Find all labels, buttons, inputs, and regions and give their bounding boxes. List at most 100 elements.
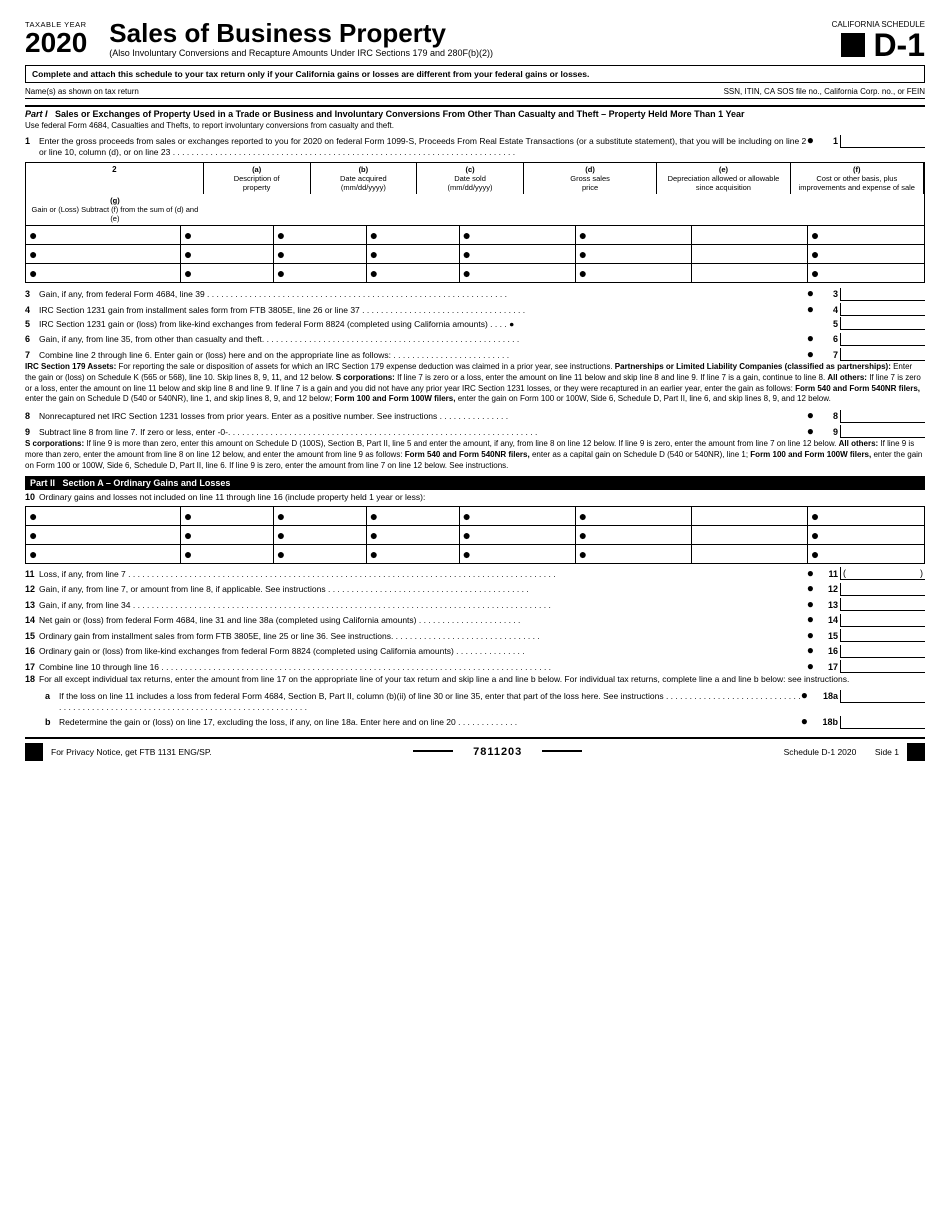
line9-answer[interactable] (840, 425, 925, 438)
line16-row: 16 Ordinary gain or (loss) from like-kin… (25, 643, 925, 658)
p2r3-col6 (692, 545, 808, 563)
line15-answer[interactable] (840, 629, 925, 642)
p2r3-col5: ● (576, 545, 692, 563)
row2-col5: ● (576, 245, 692, 263)
line13-text: Gain, if any, from line 34 . . . . . . .… (39, 600, 807, 611)
line17-row: 17 Combine line 10 through line 16 . . .… (25, 659, 925, 674)
row1-col5: ● (576, 226, 692, 244)
part1-instruction: Use federal Form 4684, Casualties and Th… (25, 121, 925, 130)
p2r2-col1: ● (181, 526, 274, 544)
footer-line-right (542, 750, 582, 754)
line12-text: Gain, if any, from line 7, or amount fro… (39, 584, 807, 595)
irc179-para: IRC Section 179 Assets: For reporting th… (25, 362, 925, 405)
line12-number: 12 (25, 584, 39, 594)
p2r1-col5: ● (576, 507, 692, 525)
line6-answer[interactable] (840, 333, 925, 346)
p2r1-col1: ● (181, 507, 274, 525)
line6-box-label: 6 (816, 334, 838, 344)
line14-number: 14 (25, 615, 39, 625)
main-title: Sales of Business Property (109, 20, 493, 46)
line13-answer[interactable] (840, 598, 925, 611)
line16-circle: ● (807, 643, 814, 657)
line6-row: 6 Gain, if any, from line 35, from other… (25, 331, 925, 346)
table-col-headers: 2 (a)Description ofproperty (b)Date acqu… (25, 162, 925, 226)
line13-box-label: 13 (816, 600, 838, 610)
line4-number: 4 (25, 305, 39, 315)
line14-text: Net gain or (loss) from federal Form 468… (39, 615, 807, 626)
line7-circle: ● (807, 347, 814, 361)
line14-answer[interactable] (840, 614, 925, 627)
line7-text: Combine line 2 through line 6. Enter gai… (39, 350, 807, 361)
line6-box: 6 (816, 333, 925, 346)
line16-answer[interactable] (840, 645, 925, 658)
part2-table-row: ● ● ● ● ● ● ● (26, 507, 924, 526)
p2r2-col3: ● (367, 526, 460, 544)
line10-text: Ordinary gains and losses not included o… (39, 492, 925, 503)
line8-text: Nonrecaptured net IRC Section 1231 losse… (39, 411, 807, 422)
line17-number: 17 (25, 662, 39, 672)
row1-col2: ● (274, 226, 367, 244)
line9-number: 9 (25, 427, 39, 437)
line7-number: 7 (25, 350, 39, 360)
line3-box-label: 3 (816, 289, 838, 299)
line16-text: Ordinary gain or (loss) from like-kind e… (39, 646, 807, 657)
line13-circle: ● (807, 597, 814, 611)
line18b-circle: ● (801, 714, 808, 728)
line16-number: 16 (25, 646, 39, 656)
year: 2020 (25, 29, 87, 57)
col-c: (c)Date sold(mm/dd/yyyy) (417, 163, 524, 194)
line3-answer[interactable] (840, 288, 925, 301)
footer-left-block: For Privacy Notice, get FTB 1131 ENG/SP. (25, 743, 212, 761)
lines11-17: 11 Loss, if any, from line 7 . . . . . .… (25, 566, 925, 729)
line18a-letter: a (45, 691, 59, 701)
line8-answer[interactable] (840, 410, 925, 423)
line10-number: 10 (25, 492, 39, 502)
col-f: (f)Cost or other basis, plus improvement… (791, 163, 924, 194)
line7-answer[interactable] (840, 348, 925, 361)
line4-box-label: 4 (816, 305, 838, 315)
part2-table-row: ● ● ● ● ● ● ● (26, 526, 924, 545)
line18a-row: a If the loss on line 11 includes a loss… (25, 688, 925, 713)
line3-text: Gain, if any, from federal Form 4684, li… (39, 289, 807, 300)
p2r1-col3: ● (367, 507, 460, 525)
line17-answer[interactable] (840, 660, 925, 673)
col-e: (e)Depreciation allowed or allowable sin… (657, 163, 790, 194)
row1-col3: ● (367, 226, 460, 244)
taxable-year-block: TAXABLE YEAR 2020 (25, 20, 87, 57)
line8-row: 8 Nonrecaptured net IRC Section 1231 los… (25, 408, 925, 423)
p2r3-col3: ● (367, 545, 460, 563)
footer-code: 7811203 (473, 746, 522, 758)
line12-answer[interactable] (840, 583, 925, 596)
p2r3-col4: ● (460, 545, 576, 563)
line5-box-label: 5 (816, 319, 838, 329)
line13-number: 13 (25, 600, 39, 610)
warning-text: Complete and attach this schedule to you… (32, 69, 589, 79)
line4-row: 4 IRC Section 1231 gain from installment… (25, 302, 925, 317)
line5-box: 5 (816, 317, 925, 330)
line6-circle: ● (807, 331, 814, 345)
line15-text: Ordinary gain from installment sales fro… (39, 631, 807, 642)
line11-answer[interactable]: ( ) (840, 567, 925, 580)
line11-box-label: 11 (816, 569, 838, 579)
line18b-answer[interactable] (840, 716, 925, 729)
p2r2-col5: ● (576, 526, 692, 544)
part2-label: Part II (30, 478, 55, 488)
row1-col1: ● (181, 226, 274, 244)
line8-box: 8 (816, 410, 925, 423)
col-2-label: 2 (26, 163, 204, 194)
line4-box: 4 (816, 303, 925, 316)
p2r1-col7: ● (808, 507, 924, 525)
row2-col4: ● (460, 245, 576, 263)
row3-col1: ● (181, 264, 274, 282)
form-id: D-1 (873, 29, 925, 61)
page-header: TAXABLE YEAR 2020 Sales of Business Prop… (25, 20, 925, 61)
line18a-answer[interactable] (840, 690, 925, 703)
footer-line-left (413, 750, 453, 754)
line5-answer[interactable] (840, 317, 925, 330)
line18a-circle: ● (801, 688, 808, 702)
line16-box-label: 16 (816, 646, 838, 656)
line4-answer[interactable] (840, 303, 925, 316)
line15-box-label: 15 (816, 631, 838, 641)
row3-col5: ● (576, 264, 692, 282)
line1-answer[interactable] (840, 135, 925, 148)
